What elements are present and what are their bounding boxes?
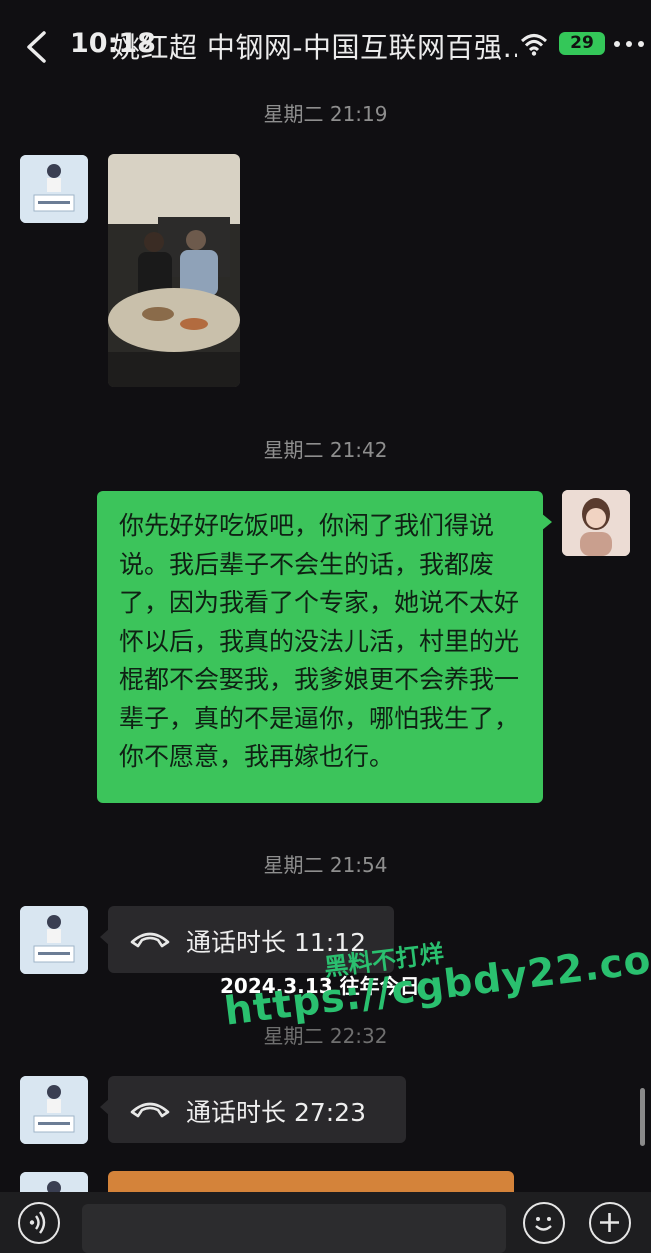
message-input[interactable] xyxy=(82,1204,506,1253)
timestamp: 星期二 21:54 xyxy=(263,853,388,877)
my-text-message[interactable]: 你先好好吃饭吧，你闲了我们得说说。我后辈子不会生的话，我都废了，因为我看了个专家… xyxy=(97,491,543,803)
bubble-tail xyxy=(541,513,552,531)
scroll-indicator[interactable] xyxy=(640,1088,645,1146)
plus-icon xyxy=(600,1213,619,1232)
image-message[interactable] xyxy=(108,154,240,387)
phone-icon xyxy=(130,1102,170,1118)
chat-title: 姚红超 中钢网-中国互联网百强… xyxy=(112,31,517,64)
emoji-button[interactable] xyxy=(523,1202,565,1244)
more-icon[interactable] xyxy=(612,36,646,52)
battery-badge: 29 xyxy=(559,32,605,55)
message-text: 你先好好吃饭吧，你闲了我们得说说。我后辈子不会生的话，我都废了，因为我看了个专家… xyxy=(119,511,520,771)
wifi-icon xyxy=(520,34,548,56)
plus-button[interactable] xyxy=(589,1202,631,1244)
contact-avatar[interactable] xyxy=(20,155,88,223)
contact-avatar[interactable] xyxy=(20,1076,88,1144)
call-record-message[interactable]: 通话时长 27:23 xyxy=(108,1076,406,1143)
my-avatar[interactable] xyxy=(562,490,630,556)
back-arrow-icon[interactable] xyxy=(22,30,52,64)
timestamp: 星期二 21:42 xyxy=(263,438,388,462)
timestamp: 星期二 22:32 xyxy=(263,1024,388,1048)
voice-icon xyxy=(29,1211,46,1234)
input-bar xyxy=(0,1192,651,1253)
emoji-icon xyxy=(535,1217,552,1231)
contact-avatar[interactable] xyxy=(20,906,88,974)
voice-button[interactable] xyxy=(18,1202,60,1244)
call-duration: 通话时长 27:23 xyxy=(186,1098,366,1127)
phone-icon xyxy=(130,932,170,948)
timestamp: 星期二 21:19 xyxy=(263,102,388,126)
title-bar: 10:18 姚红超 中钢网-中国互联网百强… 29 xyxy=(0,0,651,92)
